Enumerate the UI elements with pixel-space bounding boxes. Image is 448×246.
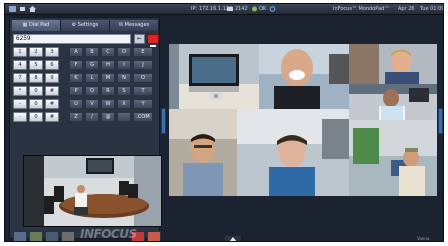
- video-tile-participant-2[interactable]: [349, 84, 437, 120]
- key-F[interactable]: F: [69, 60, 83, 70]
- key-sym[interactable]: *: [13, 86, 27, 96]
- dial-row: 6259 ←: [13, 34, 159, 47]
- key-9[interactable]: 9: [45, 73, 59, 83]
- key-J[interactable]: J: [133, 60, 153, 70]
- key-sym[interactable]: /: [85, 112, 99, 122]
- key-X[interactable]: X: [117, 99, 131, 109]
- mondopad-screen: IP: 172.16.1.122 2142 OK InFocus™ MondoP…: [4, 3, 444, 242]
- key-C[interactable]: C: [101, 47, 115, 57]
- home-icon[interactable]: [29, 6, 36, 12]
- key-H[interactable]: H: [101, 60, 115, 70]
- video-grid: [169, 44, 437, 196]
- key-P[interactable]: P: [69, 86, 83, 96]
- keypad-spacer: [61, 99, 67, 109]
- top-status-bar: IP: 172.16.1.122 2142 OK InFocus™ MondoP…: [5, 4, 444, 15]
- key-D[interactable]: D: [117, 47, 131, 57]
- key-sym[interactable]: #: [45, 86, 59, 96]
- tab-messages[interactable]: ✉ Messages: [110, 20, 159, 31]
- time: Tue 01:09: [420, 6, 444, 12]
- call-button[interactable]: [147, 34, 159, 47]
- key-L[interactable]: L: [85, 73, 99, 83]
- contacts-button[interactable]: [13, 231, 27, 241]
- camera-button[interactable]: [29, 231, 43, 241]
- date: Apr 26: [398, 6, 415, 12]
- key-A[interactable]: A: [69, 47, 83, 57]
- app-title: InFocus™ MondoPad™: [333, 6, 390, 12]
- key-sym[interactable]: @: [101, 112, 115, 122]
- key-4[interactable]: 4: [13, 60, 27, 70]
- key-Z[interactable]: Z: [69, 112, 83, 122]
- backspace-button[interactable]: ←: [134, 34, 145, 44]
- key-W[interactable]: W: [101, 99, 115, 109]
- keypad-spacer: [61, 47, 67, 57]
- key-5[interactable]: 5: [29, 60, 43, 70]
- sync-icon: [269, 6, 276, 12]
- collapse-right-panel-handle[interactable]: [438, 108, 443, 134]
- key-Y[interactable]: Y: [133, 99, 153, 109]
- key-0[interactable]: 0: [29, 112, 43, 122]
- key-6[interactable]: 6: [45, 60, 59, 70]
- extension-icon: [227, 7, 233, 11]
- video-tile-participant-3[interactable]: [169, 109, 237, 196]
- keypad-spacer: [61, 112, 67, 122]
- tab-settings[interactable]: ⚙ Settings: [61, 20, 110, 31]
- key-0[interactable]: 0: [29, 99, 43, 109]
- video-tile-main-speaker[interactable]: [259, 44, 349, 109]
- keypad-spacer: [61, 73, 67, 83]
- key-V[interactable]: V: [85, 99, 99, 109]
- brand-watermark: INFOCUS: [80, 227, 137, 241]
- dial-panel: ▦ Dial Pad ⚙ Settings ✉ Messages 6259 ← …: [9, 17, 162, 241]
- key-I[interactable]: I: [117, 60, 131, 70]
- network-icon: [20, 7, 25, 11]
- ip-address: IP: 172.16.1.122: [191, 6, 233, 12]
- expand-tray-icon[interactable]: [225, 236, 241, 242]
- status-text: OK: [259, 6, 267, 12]
- key-0[interactable]: 0: [29, 86, 43, 96]
- mute-button[interactable]: [147, 231, 161, 241]
- key-7[interactable]: 7: [13, 73, 27, 83]
- phone-icon[interactable]: [9, 6, 16, 12]
- key-sym[interactable]: #: [45, 99, 59, 109]
- key-8[interactable]: 8: [29, 73, 43, 83]
- key-M[interactable]: M: [101, 73, 115, 83]
- video-tile-participant-5[interactable]: [349, 120, 437, 196]
- video-button[interactable]: [45, 231, 59, 241]
- key-N[interactable]: N: [117, 73, 131, 83]
- key-sym[interactable]: -: [13, 99, 27, 109]
- key-T[interactable]: T: [133, 86, 153, 96]
- key-blank[interactable]: [117, 112, 131, 122]
- key-R[interactable]: R: [101, 86, 115, 96]
- tab-dial-pad[interactable]: ▦ Dial Pad: [12, 20, 61, 31]
- key-symCOM[interactable]: .COM: [133, 112, 153, 122]
- keypad: 1 2 3 A B C D E 4 5 6 F G H I J 7 8 9 K L M N O * 0 # P Q R S T -0 # U V W X Y…: [13, 47, 158, 122]
- self-view-video[interactable]: [23, 155, 162, 227]
- corner-label: Vanna: [417, 236, 430, 241]
- video-tile-participant-4[interactable]: [237, 109, 349, 196]
- key-G[interactable]: G: [85, 60, 99, 70]
- key-sym[interactable]: #: [45, 112, 59, 122]
- video-tile-office[interactable]: [169, 44, 259, 109]
- key-2[interactable]: 2: [29, 47, 43, 57]
- key-E[interactable]: E: [133, 47, 153, 57]
- key-O[interactable]: O: [133, 73, 153, 83]
- key-K[interactable]: K: [69, 73, 83, 83]
- key-1[interactable]: 1: [13, 47, 27, 57]
- extension-number: 2142: [235, 6, 248, 12]
- status-icon: [252, 6, 257, 12]
- keypad-spacer: [61, 60, 67, 70]
- key-S[interactable]: S: [117, 86, 131, 96]
- keypad-spacer: [61, 86, 67, 96]
- key-B[interactable]: B: [85, 47, 99, 57]
- key-sym[interactable]: ·: [13, 112, 27, 122]
- key-Q[interactable]: Q: [85, 86, 99, 96]
- key-U[interactable]: U: [69, 99, 83, 109]
- collapse-left-panel-handle[interactable]: [161, 108, 166, 134]
- layout-button[interactable]: [61, 231, 75, 241]
- panel-tabs: ▦ Dial Pad ⚙ Settings ✉ Messages: [12, 20, 159, 31]
- key-3[interactable]: 3: [45, 47, 59, 57]
- video-tile-participant-1[interactable]: [349, 44, 437, 84]
- dial-number-field[interactable]: 6259: [13, 34, 131, 44]
